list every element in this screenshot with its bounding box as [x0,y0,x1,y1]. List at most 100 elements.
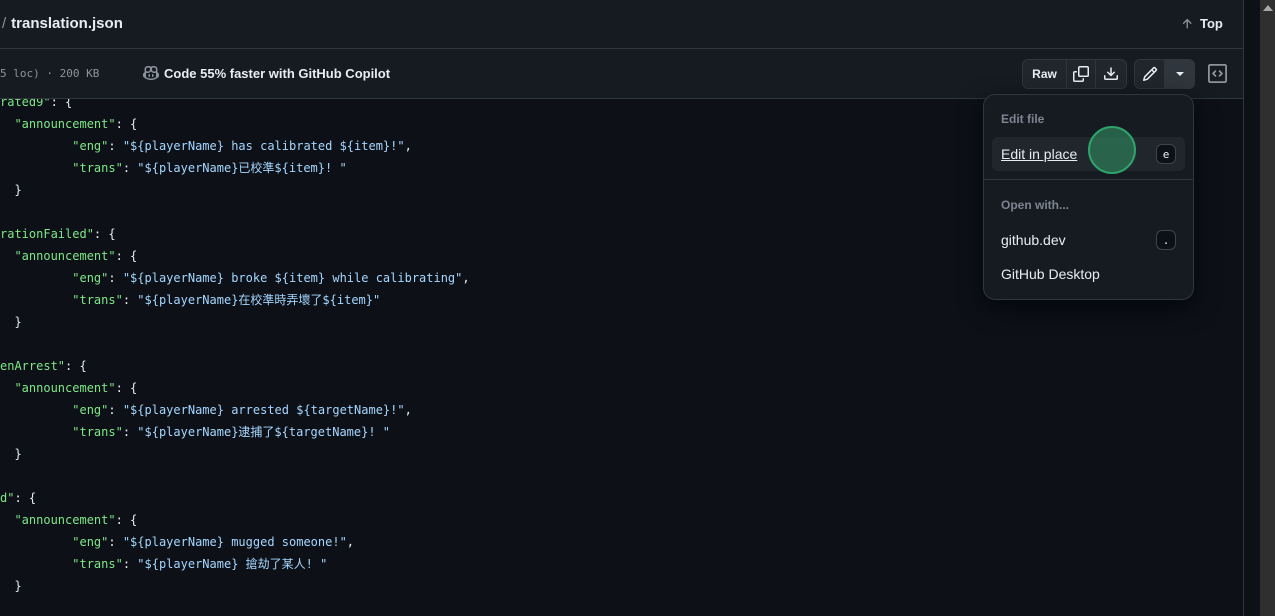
arrow-up-icon [1182,18,1192,28]
edit-file-group-label: Edit file [1001,112,1045,126]
json-key: enArrest" [0,359,66,373]
json-punctuation: : { [93,227,116,241]
json-string-value: "${playerName} mugged someone!" [122,535,347,549]
json-string-value: "${playerName}逮捕了${targetName}! " [137,425,391,439]
json-punctuation: } [14,579,22,593]
json-punctuation: } [14,447,22,461]
json-separator: : [108,535,123,549]
json-punctuation: : { [115,117,138,131]
download-icon [1104,67,1118,80]
json-separator: : [108,403,123,417]
code-line: d": { [0,487,1243,509]
json-punctuation: , [346,535,355,549]
json-key: "eng" [72,535,109,549]
file-name: translation.json [11,15,123,32]
json-punctuation: : { [115,513,138,527]
json-key: "trans" [72,425,123,439]
json-separator: : [122,293,138,307]
file-view: / translation.json Top 5 loc) · 200 KB C… [0,0,1243,616]
copilot-promo-link[interactable]: Code 55% faster with GitHub Copilot [143,65,390,81]
json-punctuation: : { [14,491,37,505]
json-key: "trans" [72,161,123,175]
file-header: / translation.json Top [0,0,1243,49]
right-gutter [1243,0,1260,616]
json-string-value: "${playerName} 搶劫了某人! " [137,557,328,571]
json-key: "announcement" [14,249,116,263]
json-punctuation: } [14,315,22,329]
json-punctuation: , [462,271,470,285]
json-key: "trans" [72,293,123,307]
json-key: d" [0,491,15,505]
json-separator: : [122,425,138,439]
code-line: "trans": "${playerName} 搶劫了某人! " [0,553,1243,575]
json-key: "announcement" [14,117,116,131]
code-line: } [0,575,1243,597]
github-desktop-label: GitHub Desktop [1001,266,1100,282]
code-line: } [0,311,1243,333]
code-square-icon [1208,64,1227,83]
symbols-panel-button[interactable] [1208,64,1227,83]
top-label: Top [1200,16,1223,31]
code-line: "eng": "${playerName} arrested ${targetN… [0,399,1243,421]
code-line: "eng": "${playerName} mugged someone!", [0,531,1243,553]
github-dev-item[interactable]: github.dev . [992,223,1185,257]
breadcrumb: / translation.json [2,15,123,32]
json-punctuation: : { [115,249,138,263]
json-punctuation: : { [65,359,87,373]
github-dev-label: github.dev [1001,232,1066,248]
json-punctuation: , [404,403,412,417]
breadcrumb-separator: / [2,15,7,32]
code-line: "announcement": { [0,377,1243,399]
json-punctuation: } [14,183,22,197]
file-actions-group: Raw [1022,59,1127,89]
json-separator: : [122,161,138,175]
json-key: "trans" [72,557,123,571]
copilot-icon [143,65,159,81]
triangle-down-icon [1175,72,1184,76]
json-string-value: "${playerName} has calibrated ${item}!" [122,139,405,153]
json-key: "eng" [72,271,109,285]
copy-button[interactable] [1067,60,1096,88]
json-string-value: "${playerName} broke ${item} while calib… [122,271,463,285]
edit-file-button[interactable] [1135,60,1165,88]
edit-options-menu: Edit file Edit in place e Open with... g… [983,94,1194,300]
edit-in-place-item[interactable]: Edit in place e [992,137,1185,171]
github-desktop-item[interactable]: GitHub Desktop [992,257,1185,291]
json-key: "announcement" [14,381,116,395]
json-key: "eng" [72,139,109,153]
json-key: "eng" [72,403,109,417]
scroll-up-arrow-icon[interactable] [1263,5,1273,11]
edit-actions-group [1134,59,1195,89]
file-info: 5 loc) · 200 KB [0,67,100,80]
more-edit-options-button[interactable] [1165,60,1194,88]
json-string-value: "${playerName}已校準${item}! " [137,161,347,175]
file-toolbar: 5 loc) · 200 KB Code 55% faster with Git… [0,49,1243,99]
json-string-value: "${playerName}在校準時弄壞了${item}" [137,293,381,307]
edit-in-place-label: Edit in place [1001,146,1078,162]
json-key: rationFailed" [0,227,94,241]
download-button[interactable] [1096,60,1126,88]
top-button[interactable]: Top [1180,16,1223,31]
code-line: } [0,443,1243,465]
copilot-label: Code 55% faster with GitHub Copilot [164,65,391,81]
code-line: "trans": "${playerName}逮捕了${targetName}!… [0,421,1243,443]
json-separator: : [108,139,123,153]
github-dev-shortcut: . [1156,230,1176,250]
raw-button[interactable]: Raw [1023,60,1067,88]
json-key: rated9" [0,99,51,109]
page-scrollbar[interactable] [1260,0,1275,616]
json-key: "announcement" [14,513,116,527]
copy-icon [1073,66,1089,82]
